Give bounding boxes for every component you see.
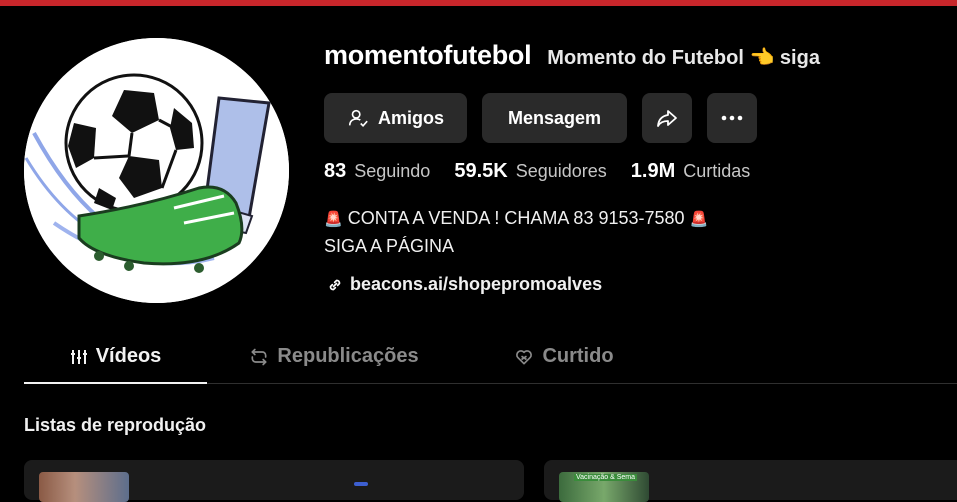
bio-line-1-text: CONTA A VENDA ! CHAMA 83 9153-7580 — [347, 208, 685, 228]
more-horizontal-icon — [721, 115, 743, 121]
bio-line-2: SIGA A PÁGINA — [324, 236, 455, 256]
friends-button[interactable]: Amigos — [324, 93, 467, 143]
playlist-card[interactable] — [24, 460, 524, 502]
likes-count: 1.9M — [630, 160, 676, 182]
grid-lines-icon — [70, 348, 88, 366]
siren-icon: 🚨 — [324, 211, 343, 228]
repost-icon — [249, 347, 269, 367]
tab-liked[interactable]: Curtido — [504, 330, 624, 383]
bio-line-1: 🚨 CONTA A VENDA ! CHAMA 83 9153-7580 🚨 — [324, 205, 708, 233]
tab-reposts[interactable]: Republicações — [234, 330, 434, 383]
user-check-icon — [347, 107, 369, 129]
bio: 🚨 CONTA A VENDA ! CHAMA 83 9153-7580 🚨 S… — [324, 205, 708, 260]
playlist-indicator — [354, 482, 368, 486]
stat-followers[interactable]: 59.5K Seguidores — [454, 160, 606, 183]
display-name: Momento do Futebol 👈 siga — [547, 47, 820, 69]
message-button-label: Mensagem — [507, 107, 602, 128]
username: momentofutebol — [324, 40, 532, 70]
siren-icon: 🚨 — [689, 211, 709, 228]
stat-likes: 1.9M Curtidas — [631, 160, 751, 183]
followers-label: Seguidores — [515, 161, 607, 181]
playlist-card[interactable]: Vacinação & Sema — [544, 460, 957, 502]
friends-button-label: Amigos — [377, 107, 444, 128]
message-button[interactable]: Mensagem — [482, 93, 627, 143]
profile-header: momentofutebol Momento do Futebol 👈 siga — [324, 40, 820, 80]
bio-link[interactable]: beacons.ai/shopepromoalves — [326, 274, 602, 295]
more-options-button[interactable] — [707, 93, 757, 143]
playlists-title: Listas de reprodução — [24, 415, 207, 435]
tab-reposts-label: Republicações — [277, 345, 419, 367]
share-icon — [655, 106, 679, 130]
share-button[interactable] — [642, 93, 692, 143]
bio-link-text: beacons.ai/shopepromoalves — [350, 274, 603, 294]
following-label: Seguindo — [354, 161, 431, 181]
following-count: 83 — [324, 160, 347, 182]
heart-icon — [514, 347, 534, 367]
playlist-thumbnail-tag: Vacinação & Sema — [574, 474, 638, 481]
tab-liked-label: Curtido — [542, 345, 614, 367]
profile-actions: Amigos Mensagem — [324, 93, 757, 143]
link-icon — [326, 276, 344, 294]
avatar[interactable] — [24, 38, 289, 303]
stat-following[interactable]: 83 Seguindo — [324, 160, 430, 183]
playlist-thumbnail — [39, 472, 129, 502]
profile-tabs: Vídeos Republicações Curtido — [24, 330, 957, 384]
followers-count: 59.5K — [454, 160, 508, 182]
likes-label: Curtidas — [683, 161, 751, 181]
top-accent-bar — [0, 0, 957, 6]
profile-stats: 83 Seguindo 59.5K Seguidores 1.9M Curtidas — [324, 160, 750, 183]
tab-videos[interactable]: Vídeos — [24, 330, 207, 384]
soccer-ball-kick-image — [24, 38, 289, 303]
tab-videos-label: Vídeos — [95, 345, 162, 367]
